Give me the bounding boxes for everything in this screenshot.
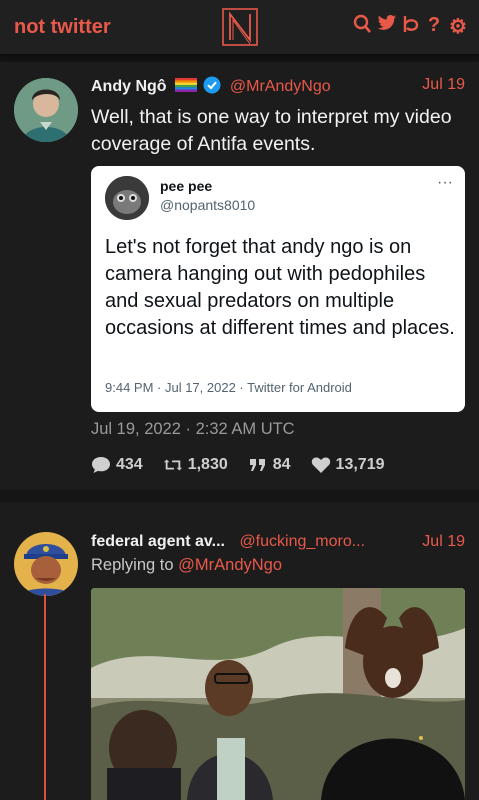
embedded-author-name: pee pee <box>160 178 213 194</box>
embedded-tweet[interactable]: pee pee @nopants8010 ··· Let's not forge… <box>91 166 465 412</box>
author-name[interactable]: Andy Ngô <box>91 78 167 95</box>
replying-to-handle[interactable]: @MrAndyNgo <box>178 556 282 574</box>
rocket-icon[interactable] <box>401 14 419 40</box>
thread-line <box>44 594 46 800</box>
heart-icon <box>311 457 330 473</box>
quote-count: 84 <box>272 456 291 473</box>
author-avatar[interactable] <box>14 78 78 142</box>
embedded-tweet-text: Let's not forget that andy ngo is on cam… <box>105 236 455 339</box>
reply-stat[interactable]: 434 <box>91 456 143 474</box>
quote-stat[interactable]: 84 <box>248 456 291 474</box>
twitter-bird-icon[interactable] <box>377 14 397 40</box>
top-bar: not twitter ? ⚙ <box>0 0 479 54</box>
reply-header: federal agent av... @fucking_moro... <box>91 533 365 551</box>
tweet-timestamp[interactable]: Jul 19, 2022 · 2:32 AM UTC <box>91 420 295 439</box>
replying-to: Replying to @MrAndyNgo <box>91 556 282 575</box>
reply-author-avatar[interactable] <box>14 532 78 596</box>
retweet-count: 1,830 <box>187 456 228 473</box>
retweet-icon <box>163 459 182 471</box>
verified-badge-icon <box>203 76 221 94</box>
like-stat[interactable]: 13,719 <box>311 456 385 474</box>
reply-count: 434 <box>116 456 143 473</box>
search-icon[interactable] <box>353 14 371 40</box>
brand-title[interactable]: not twitter <box>14 16 111 39</box>
help-icon[interactable]: ? <box>425 14 443 40</box>
quote-icon <box>249 459 265 471</box>
like-count: 13,719 <box>335 456 385 473</box>
site-logo[interactable] <box>220 6 260 48</box>
tweet-date[interactable]: Jul 19 <box>422 76 465 94</box>
replying-to-prefix: Replying to <box>91 556 174 574</box>
embedded-author-handle: @nopants8010 <box>160 197 256 213</box>
embedded-author-avatar <box>105 176 149 220</box>
tweet-text: Well, that is one way to interpret my vi… <box>91 106 452 155</box>
settings-icon[interactable]: ⚙ <box>449 14 467 40</box>
reply-date[interactable]: Jul 19 <box>422 533 465 551</box>
tweet-card[interactable]: Andy Ngô @MrAndyNgo Jul 19 Well, that is… <box>0 62 479 490</box>
reply-media-image[interactable] <box>91 588 465 800</box>
header-icons: ? ⚙ <box>353 14 467 40</box>
author-handle[interactable]: @MrAndyNgo <box>230 78 331 95</box>
embedded-tweet-footer: 9:44 PM · Jul 17, 2022 · Twitter for And… <box>105 380 352 395</box>
tweet-header: Andy Ngô @MrAndyNgo <box>91 76 331 96</box>
reply-icon <box>92 457 110 473</box>
rainbow-flag-icon <box>175 78 197 92</box>
reply-card[interactable]: federal agent av... @fucking_moro... Jul… <box>0 502 479 800</box>
more-options-icon[interactable]: ··· <box>437 174 453 192</box>
reply-author-name[interactable]: federal agent av... <box>91 533 225 550</box>
retweet-stat[interactable]: 1,830 <box>163 456 228 474</box>
reply-author-handle[interactable]: @fucking_moro... <box>239 533 365 550</box>
tweet-stats: 434 1,830 84 13,719 <box>91 456 384 474</box>
